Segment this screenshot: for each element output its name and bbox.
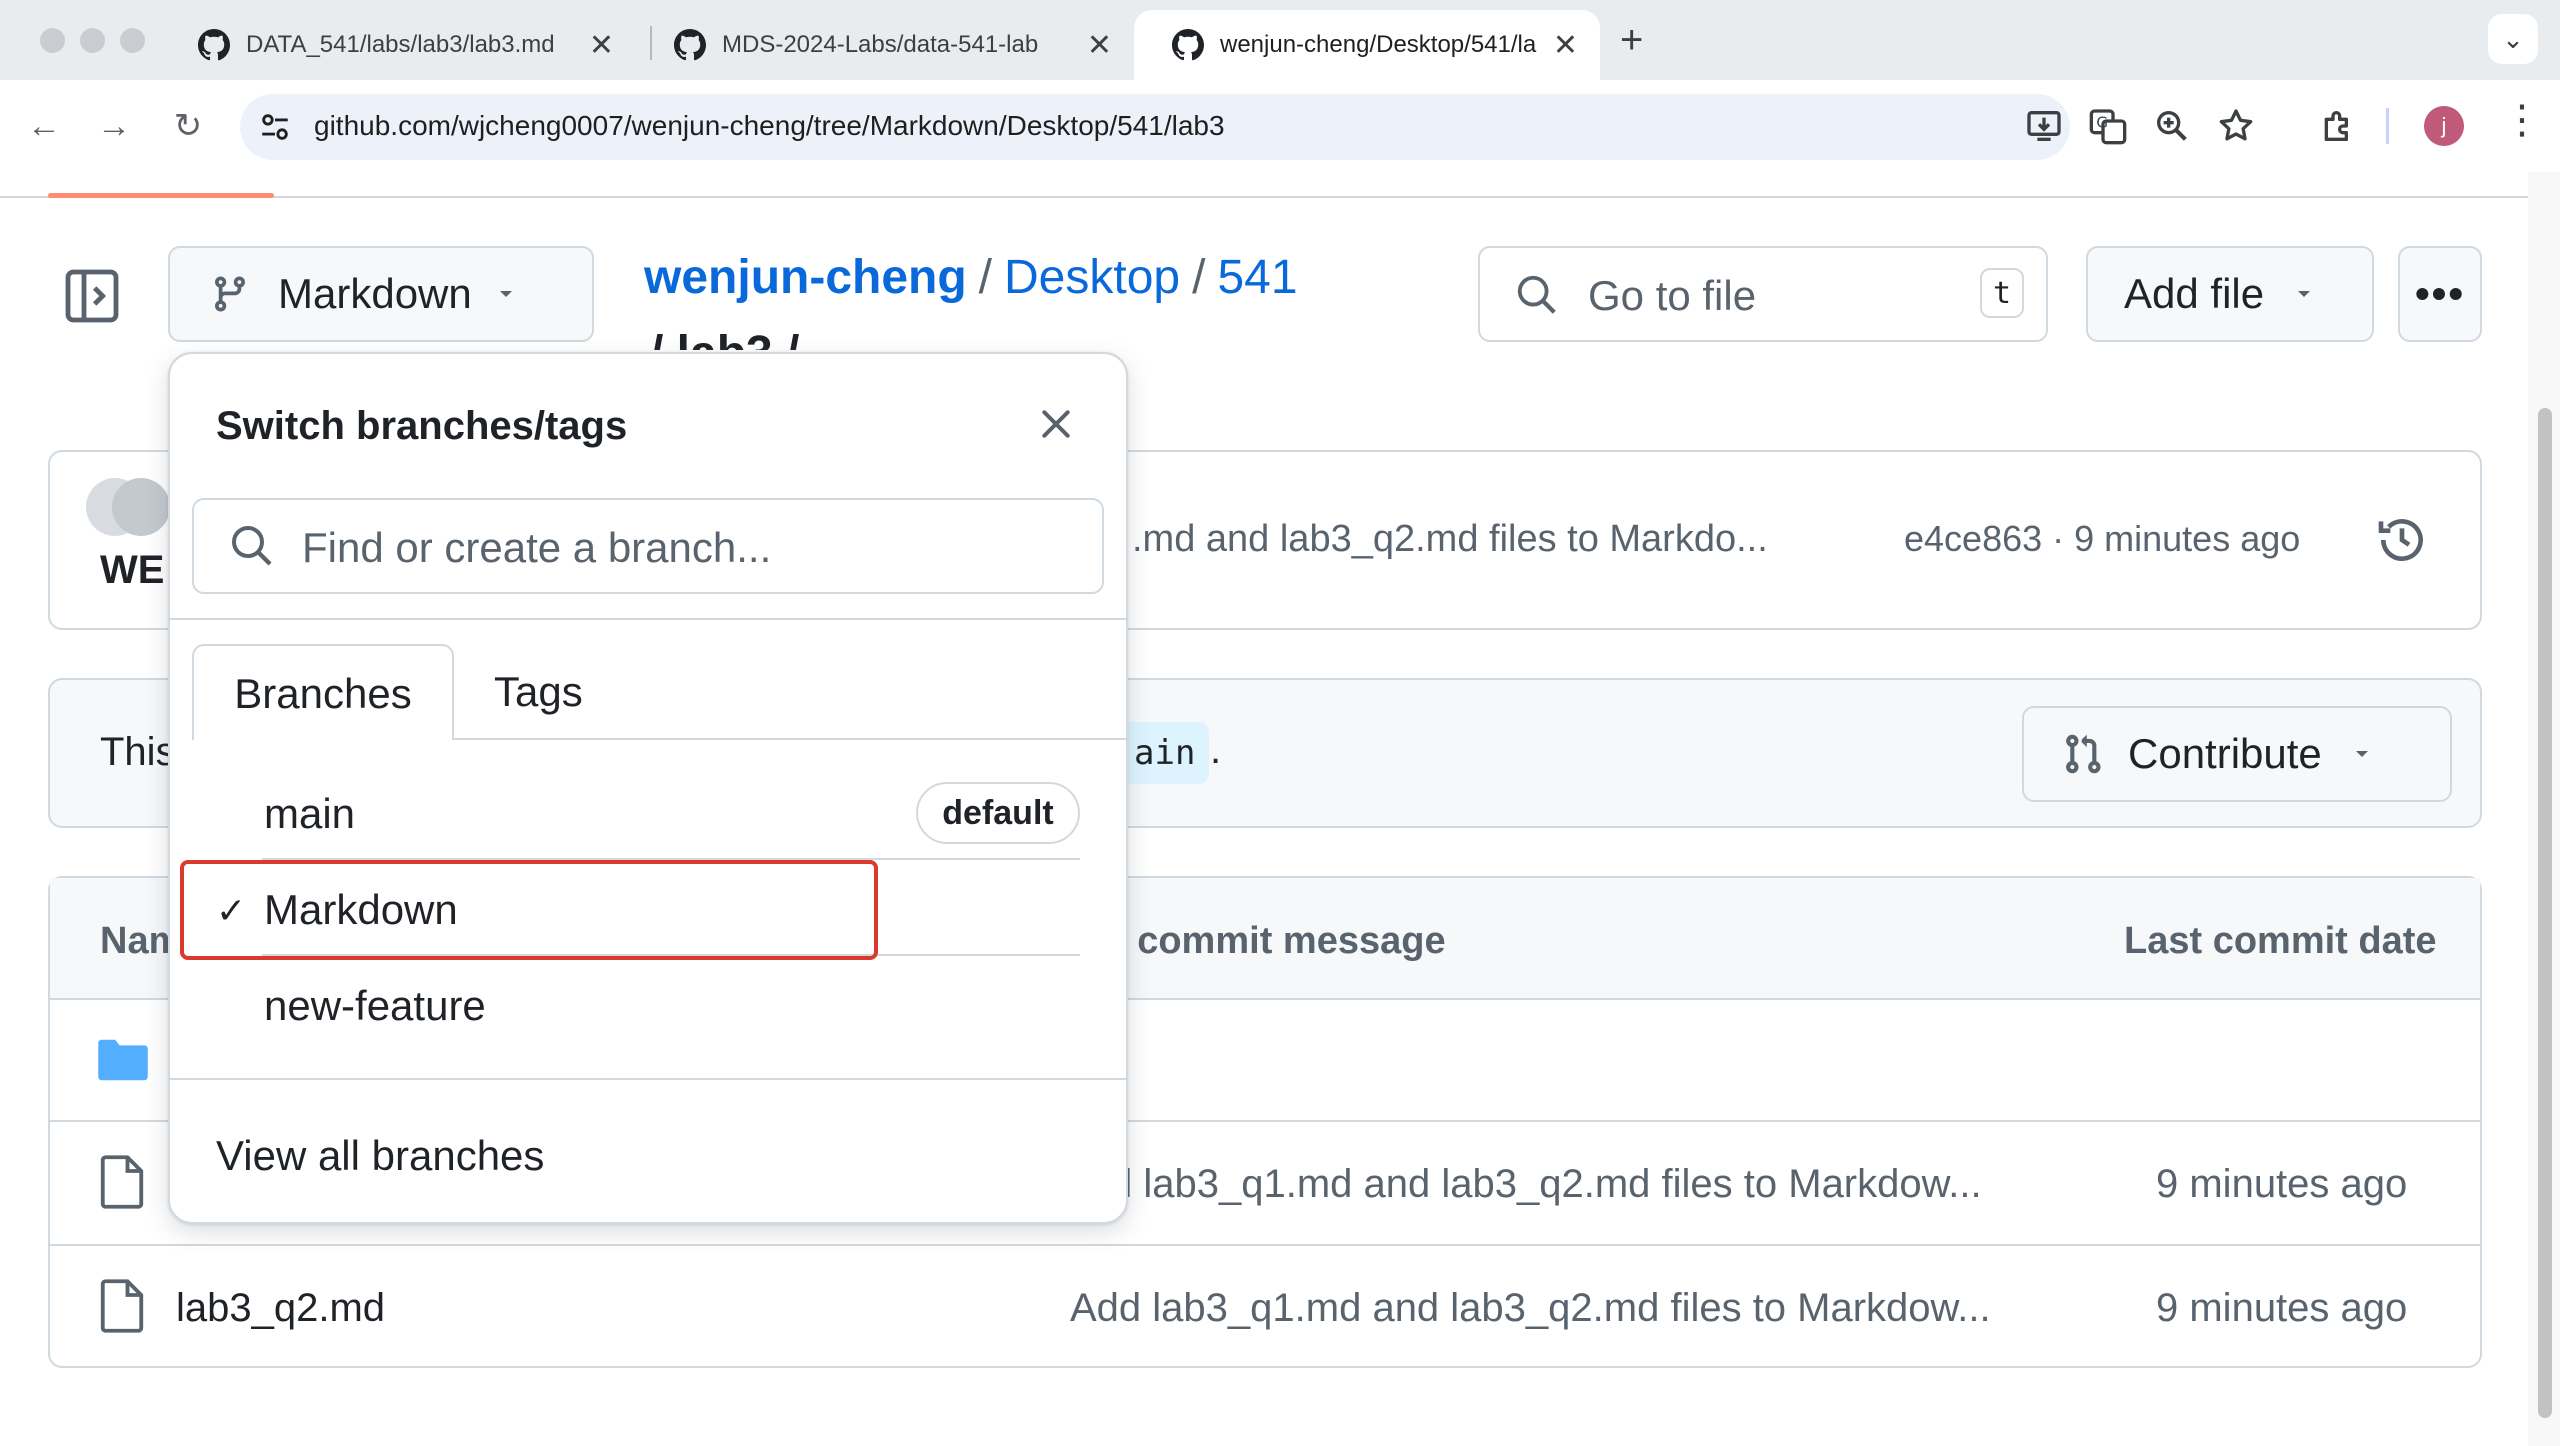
file-name-link[interactable]: lab3_q2.md [176,1286,385,1331]
breadcrumb-separator: / [978,251,993,304]
browser-tab-3-active[interactable]: wenjun-cheng/Desktop/541/la ✕ [1134,10,1600,80]
translate-icon[interactable]: G [2088,106,2128,146]
kebab-horizontal-icon: ••• [2414,270,2466,317]
browser-tab-2[interactable]: MDS-2024-Labs/data-541-lab ✕ [636,10,1134,80]
caret-down-icon [499,291,512,297]
breadcrumb-current-folder: / lab3 / [650,326,799,350]
window-close-dot[interactable] [40,28,65,53]
avatar[interactable] [112,478,170,536]
column-header-commit-message: t commit message [1114,920,1446,962]
column-header-commit-date: Last commit date [2124,920,2437,962]
dropdown-divider [170,618,1126,620]
caret-down-icon [2355,751,2368,757]
extensions-puzzle-icon[interactable] [2318,106,2358,146]
go-to-file-placeholder: Go to file [1588,272,1757,319]
github-icon [198,29,230,61]
branch-status-text: This [100,730,176,774]
file-commit-message[interactable]: d lab3_q1.md and lab3_q2.md files to Mar… [1110,1162,1982,1207]
tab-branches[interactable]: Branches [192,644,454,740]
branch-search-placeholder: Find or create a branch... [302,524,772,571]
install-app-icon[interactable] [2024,106,2064,146]
tab-close-icon[interactable]: ✕ [589,28,614,63]
file-icon [100,1155,144,1209]
forward-arrow-icon[interactable]: → [92,104,136,148]
window-zoom-dot[interactable] [120,28,145,53]
tab-close-icon[interactable]: ✕ [1553,28,1578,63]
breadcrumb-separator: / [1192,251,1206,304]
file-icon [100,1279,144,1333]
add-file-button[interactable]: Add file [2086,246,2374,342]
breadcrumb-desktop-link[interactable]: Desktop [1004,251,1180,304]
bookmark-star-icon[interactable] [2216,106,2256,146]
tab-tags[interactable]: Tags [494,668,583,716]
file-commit-message[interactable]: Add lab3_q1.md and lab3_q2.md files to M… [1070,1286,1991,1331]
tab-title: MDS-2024-Labs/data-541-lab [722,31,1039,58]
github-icon [674,29,706,61]
reload-icon[interactable]: ↻ [166,104,210,148]
more-options-button[interactable]: ••• [2398,246,2482,342]
highlight-box [180,860,878,960]
git-branch-icon [215,276,245,312]
contribute-label: Contribute [2128,730,2322,777]
tab-close-icon[interactable]: ✕ [1087,28,1112,63]
file-commit-date: 9 minutes ago [2156,1162,2408,1206]
site-info-icon[interactable] [258,110,292,144]
row-divider [50,1244,2480,1246]
commit-message[interactable]: .md and lab3_q2.md files to Markdo... [1132,518,1768,561]
view-all-branches-link[interactable]: View all branches [216,1132,544,1180]
branch-item-main[interactable]: main [264,790,355,838]
branch-name-code[interactable]: ain [1120,722,1210,784]
search-icon [1517,275,1556,314]
dropdown-title: Switch branches/tags [216,404,628,448]
zoom-icon[interactable] [2152,106,2192,146]
keyboard-shortcut-badge: t [1980,268,2024,318]
commit-hash-time[interactable]: e4ce863 · 9 minutes ago [1904,518,2300,560]
new-tab-icon[interactable]: + [1620,18,1643,63]
dropdown-divider [170,1078,1126,1080]
tab-title: wenjun-cheng/Desktop/541/la [1220,31,1537,58]
close-icon[interactable] [1036,404,1076,444]
branch-selector-button[interactable]: Markdown [168,246,594,342]
breadcrumb-repo-link[interactable]: wenjun-cheng [644,251,967,304]
branch-item-new-feature[interactable]: new-feature [264,982,486,1030]
search-icon [232,526,272,566]
contribute-button[interactable]: Contribute [2022,706,2452,802]
url-text[interactable]: github.com/wjcheng0007/wenjun-cheng/tree… [314,110,1225,142]
active-nav-underline [48,193,274,198]
breadcrumb-541-link[interactable]: 541 [1217,251,1297,304]
file-commit-date: 9 minutes ago [2156,1286,2408,1330]
default-badge: default [916,782,1080,844]
github-icon [1172,29,1204,61]
window-minimize-dot[interactable] [80,28,105,53]
browser-menu-kebab-icon[interactable]: ⋮ [2502,100,2542,140]
tabs-underline [454,738,1126,740]
go-to-file-input[interactable] [1478,246,2048,342]
sidebar-expand-icon [65,269,119,323]
folder-icon [98,1039,148,1081]
svg-text:G: G [2096,114,2108,132]
branch-selector-label: Markdown [278,270,472,317]
caret-down-icon [2298,291,2311,297]
commit-author-fragment[interactable]: WE [100,548,164,593]
page-header-divider [0,196,2528,198]
toolbar-divider [2386,108,2389,144]
pull-request-icon [2066,734,2101,774]
profile-avatar[interactable]: j [2424,106,2464,146]
back-arrow-icon[interactable]: ← [22,104,66,148]
branch-status-period: . [1210,728,1222,772]
history-icon[interactable] [2374,512,2430,568]
tab-title: DATA_541/labs/lab3/lab3.md [246,31,555,58]
add-file-label: Add file [2124,270,2265,317]
browser-tab-1[interactable]: DATA_541/labs/lab3/lab3.md ✕ [160,10,636,80]
breadcrumb: wenjun-cheng / Desktop/541 [644,250,1298,305]
sidebar-toggle-button[interactable] [60,264,124,328]
scrollbar-thumb[interactable] [2538,408,2552,1418]
tab-search-chevron-icon[interactable]: ⌄ [2488,14,2538,64]
